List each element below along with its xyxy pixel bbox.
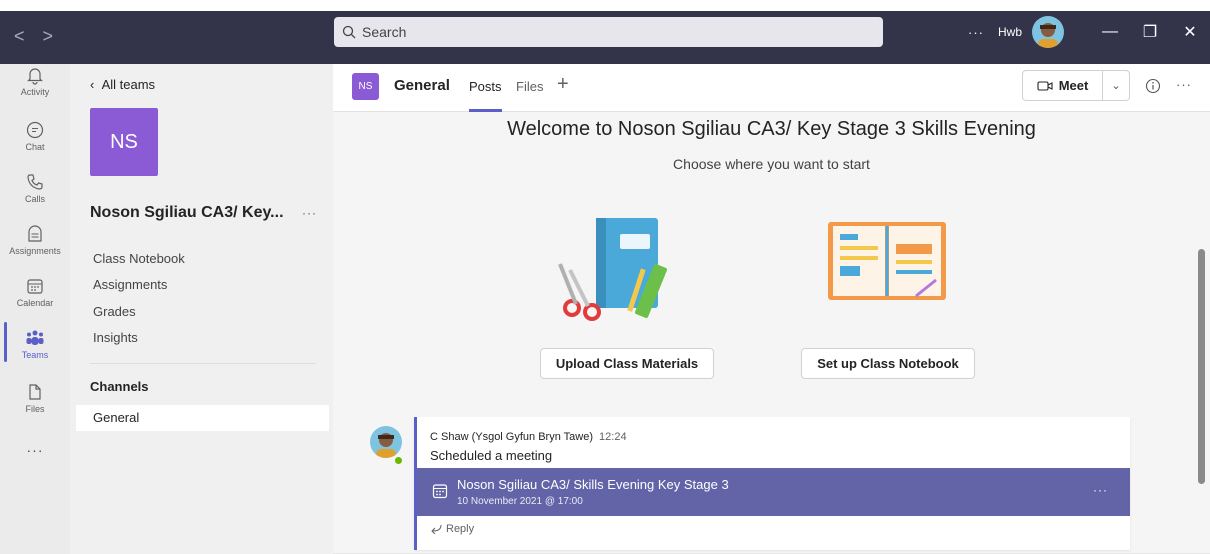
meet-button[interactable]: Meet xyxy=(1023,71,1103,100)
post-header: C Shaw (Ysgol Gyfun Bryn Tawe) 12:24 xyxy=(430,431,627,443)
welcome-title: Welcome to Noson Sgiliau CA3/ Key Stage … xyxy=(507,118,1036,140)
avatar[interactable] xyxy=(370,426,402,458)
rail-label: Calendar xyxy=(16,298,54,308)
title-bar: < > Search ··· Hwb — ❐ ✕ xyxy=(0,0,1210,64)
presence-available-icon xyxy=(393,455,404,466)
active-tab-underline xyxy=(469,109,502,112)
minimize-button[interactable]: — xyxy=(1090,23,1130,41)
teams-icon xyxy=(26,330,44,345)
meeting-title: Noson Sgiliau CA3/ Skills Evening Key St… xyxy=(457,477,729,492)
class-materials-illustration xyxy=(558,218,668,321)
search-placeholder: Search xyxy=(362,24,407,40)
titlebar-right: ··· Hwb — ❐ ✕ xyxy=(968,15,1210,49)
search-icon xyxy=(342,25,356,39)
more-options-icon[interactable]: ··· xyxy=(968,25,984,40)
app-rail: Activity Chat Calls Assignments Calendar… xyxy=(0,64,70,554)
reply-icon xyxy=(431,524,442,534)
org-label[interactable]: Hwb xyxy=(998,25,1022,39)
tab-files[interactable]: Files xyxy=(516,79,543,94)
welcome-subtitle: Choose where you want to start xyxy=(673,156,870,172)
chevron-left-icon: ‹ xyxy=(90,77,102,92)
class-notebook-illustration xyxy=(828,222,946,300)
assignments-icon xyxy=(28,225,42,242)
post-timestamp: 12:24 xyxy=(599,431,627,443)
team-panel: ‹ All teams NS Noson Sgiliau CA3/ Key...… xyxy=(70,64,333,554)
meet-label: Meet xyxy=(1058,78,1089,93)
rail-item-files[interactable]: Files xyxy=(0,382,70,414)
forward-arrow-icon[interactable]: > xyxy=(43,26,54,47)
rail-item-activity[interactable]: Activity xyxy=(0,65,70,97)
team-name: Noson Sgiliau CA3/ Key... xyxy=(90,204,284,221)
channel-title: General xyxy=(394,77,450,94)
rail-item-calls[interactable]: Calls xyxy=(0,172,70,204)
upload-class-materials-button[interactable]: Upload Class Materials xyxy=(540,348,714,379)
link-class-notebook[interactable]: Class Notebook xyxy=(93,251,185,266)
team-badge: NS xyxy=(352,73,379,100)
channels-heading: Channels xyxy=(90,379,149,394)
all-teams-label: All teams xyxy=(101,77,156,92)
link-insights[interactable]: Insights xyxy=(93,330,138,345)
header-more-icon[interactable]: ··· xyxy=(1176,77,1192,92)
rail-label: Files xyxy=(25,404,45,414)
meet-dropdown-chevron-icon[interactable]: ⌄ xyxy=(1103,79,1129,92)
post-text: Scheduled a meeting xyxy=(430,448,553,463)
maximize-button[interactable]: ❐ xyxy=(1130,22,1170,42)
channel-main: NS General Posts Files + Meet ⌄ ··· Welc… xyxy=(333,64,1210,554)
user-avatar[interactable] xyxy=(1032,16,1064,48)
history-nav: < > xyxy=(14,26,53,47)
info-icon[interactable] xyxy=(1145,78,1161,94)
back-arrow-icon[interactable]: < xyxy=(14,26,25,47)
meeting-card[interactable]: Noson Sgiliau CA3/ Skills Evening Key St… xyxy=(417,468,1130,516)
rail-label: Calls xyxy=(24,194,45,204)
rail-label: Teams xyxy=(21,350,49,360)
rail-label: Assignments xyxy=(9,246,61,256)
tab-posts[interactable]: Posts xyxy=(469,79,502,94)
search-input[interactable]: Search xyxy=(334,17,883,47)
calendar-icon xyxy=(432,484,448,499)
team-avatar: NS xyxy=(90,108,158,176)
link-grades[interactable]: Grades xyxy=(93,304,136,319)
phone-icon xyxy=(27,174,43,190)
rail-item-calendar[interactable]: Calendar xyxy=(0,276,70,308)
meet-button-group: Meet ⌄ xyxy=(1022,70,1130,101)
reply-button[interactable]: Reply xyxy=(430,523,474,535)
link-assignments[interactable]: Assignments xyxy=(93,277,167,292)
team-more-icon[interactable]: ··· xyxy=(302,206,317,220)
channel-general[interactable]: General xyxy=(76,405,329,431)
all-teams-link[interactable]: ‹ All teams xyxy=(90,77,155,92)
set-up-class-notebook-button[interactable]: Set up Class Notebook xyxy=(801,348,975,379)
reply-label: Reply xyxy=(446,523,475,535)
rail-label: Chat xyxy=(25,142,45,152)
rail-item-assignments[interactable]: Assignments xyxy=(0,224,70,256)
rail-item-teams[interactable]: Teams xyxy=(0,328,70,360)
more-apps-button[interactable]: ··· xyxy=(0,442,70,458)
divider xyxy=(90,363,316,364)
file-icon xyxy=(29,384,41,400)
post-author[interactable]: C Shaw (Ysgol Gyfun Bryn Tawe) xyxy=(430,431,593,443)
chat-icon xyxy=(26,121,44,139)
channel-header: NS General Posts Files + Meet ⌄ ··· xyxy=(333,64,1210,112)
video-camera-icon xyxy=(1037,80,1053,91)
rail-label: Activity xyxy=(20,87,50,97)
add-tab-button[interactable]: + xyxy=(557,73,569,96)
bell-icon xyxy=(27,68,43,85)
close-button[interactable]: ✕ xyxy=(1170,22,1210,42)
post-card: C Shaw (Ysgol Gyfun Bryn Tawe) 12:24 Sche… xyxy=(414,417,1130,550)
meeting-date: 10 November 2021 @ 17:00 xyxy=(457,496,583,507)
scrollbar[interactable] xyxy=(1198,249,1205,484)
rail-item-chat[interactable]: Chat xyxy=(0,120,70,152)
meeting-more-icon[interactable]: ··· xyxy=(1093,483,1108,497)
calendar-icon xyxy=(27,279,43,294)
